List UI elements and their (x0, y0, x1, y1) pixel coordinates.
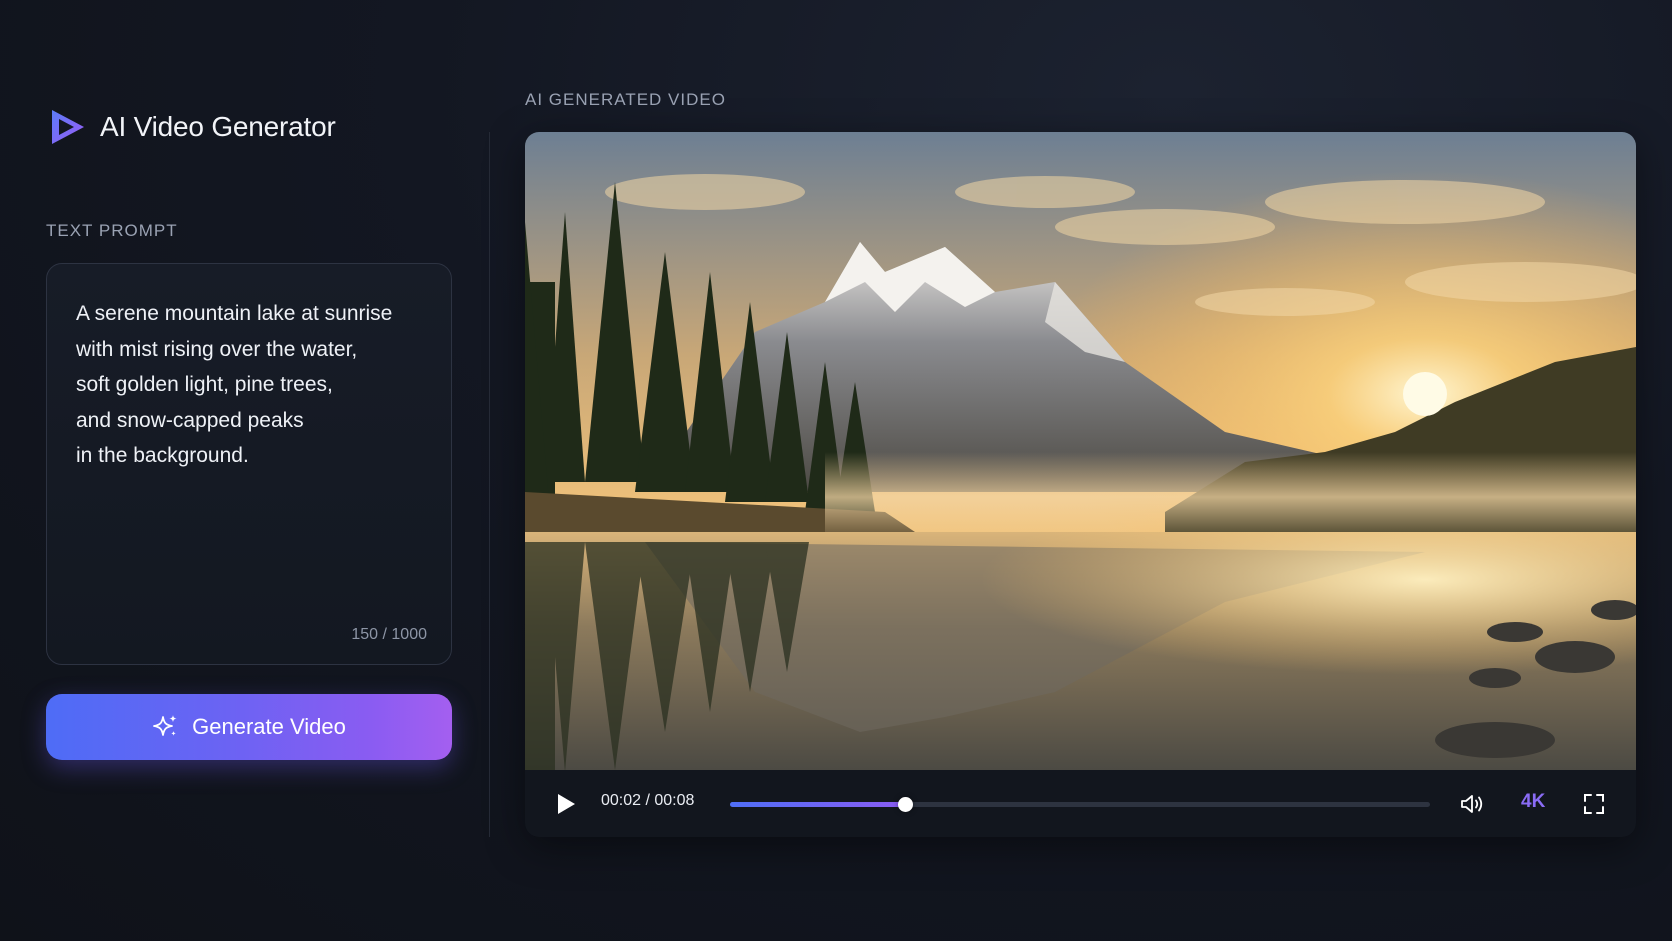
progress-thumb[interactable] (898, 797, 913, 812)
video-player[interactable]: 00:02 / 00:08 4K (525, 132, 1636, 837)
char-count: 150 / 1000 (351, 626, 427, 643)
time-display: 00:02 / 00:08 (601, 792, 695, 809)
panel-divider (489, 132, 490, 837)
video-section-label: AI GENERATED VIDEO (525, 90, 726, 109)
progress-bar[interactable] (730, 797, 1430, 812)
prompt-line: with mist rising over the water, (76, 337, 358, 361)
prompt-text[interactable]: A serene mountain lake at sunrise with m… (76, 296, 416, 474)
brand: AI Video Generator (46, 106, 336, 148)
prompt-line: and snow-capped peaks (76, 408, 304, 432)
video-thumbnail-image (525, 132, 1636, 770)
app-root: AI Video Generator TEXT PROMPT A serene … (0, 0, 1672, 941)
prompt-line: in the background. (76, 444, 249, 468)
volume-icon[interactable] (1459, 792, 1485, 816)
progress-fill (730, 802, 905, 807)
play-logo-icon (52, 110, 84, 144)
video-frame[interactable] (525, 132, 1636, 770)
prompt-line: A serene mountain lake at sunrise (76, 302, 393, 325)
fullscreen-icon[interactable] (1583, 793, 1605, 815)
prompt-line: soft golden light, pine trees, (76, 373, 333, 397)
generate-video-button[interactable]: Generate Video (46, 694, 452, 760)
player-controls: 00:02 / 00:08 4K (525, 770, 1636, 837)
quality-badge[interactable]: 4K (1521, 791, 1545, 813)
play-icon[interactable] (555, 792, 577, 816)
generate-video-label: Generate Video (192, 714, 346, 739)
prompt-textarea[interactable]: A serene mountain lake at sunrise with m… (46, 263, 452, 665)
app-title: AI Video Generator (100, 111, 336, 142)
prompt-label: TEXT PROMPT (46, 221, 178, 240)
sparkles-icon (153, 715, 177, 736)
